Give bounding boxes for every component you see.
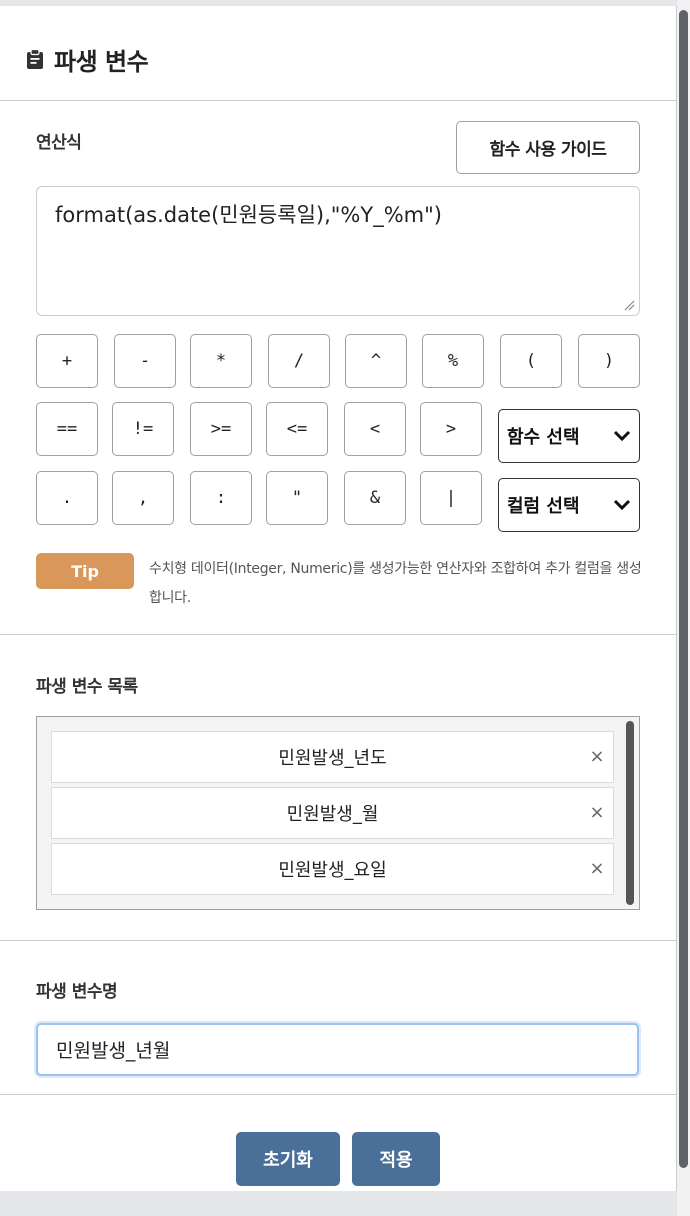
derived-variable-panel: 파생 변수 연산식 함수 사용 가이드 format(as.date(민원등록일… xyxy=(0,6,677,1191)
operator-plus-button[interactable]: + xyxy=(36,334,98,388)
list-item-label: 민원발생_요일 xyxy=(278,860,387,881)
formula-textarea[interactable]: format(as.date(민원등록일),"%Y_%m") xyxy=(36,186,640,316)
chevron-down-icon xyxy=(613,499,631,511)
operator-quote-button[interactable]: " xyxy=(266,471,328,525)
tip-text: 수치형 데이터(Integer, Numeric)를 생성가능한 연산자와 조합… xyxy=(149,561,642,606)
operator-comma-button[interactable]: , xyxy=(112,471,174,525)
function-select[interactable]: 함수 선택 xyxy=(498,409,640,463)
operator-power-button[interactable]: ^ xyxy=(345,334,407,388)
clipboard-icon xyxy=(27,49,43,69)
operator-equal-button[interactable]: == xyxy=(36,402,98,456)
list-item[interactable]: 민원발생_년도 × xyxy=(51,731,614,783)
operator-close-paren-button[interactable]: ) xyxy=(578,334,640,388)
dialog-header: 파생 변수 xyxy=(26,42,149,76)
column-select-label: 컬럼 선택 xyxy=(507,496,580,517)
list-scrollbar[interactable] xyxy=(626,721,634,905)
dialog-title: 파생 변수 xyxy=(54,47,149,76)
operator-dot-button[interactable]: . xyxy=(36,471,98,525)
derived-list-label: 파생 변수 목록 xyxy=(36,677,138,697)
page-scrollbar-thumb[interactable] xyxy=(679,10,688,1168)
operator-divide-button[interactable]: / xyxy=(268,334,330,388)
operator-modulo-button[interactable]: % xyxy=(422,334,484,388)
footer-divider xyxy=(0,1094,677,1095)
derived-variable-list[interactable]: 민원발생_년도 × 민원발생_월 × 민원발생_요일 × xyxy=(36,716,640,910)
derived-name-input[interactable] xyxy=(36,1023,639,1076)
list-item-label: 민원발생_월 xyxy=(286,804,379,825)
derived-name-label: 파생 변수명 xyxy=(36,982,118,1002)
operator-pipe-button[interactable]: | xyxy=(420,471,482,525)
header-divider xyxy=(0,100,677,101)
apply-button[interactable]: 적용 xyxy=(352,1132,440,1186)
formula-divider xyxy=(0,634,677,635)
chevron-down-icon xyxy=(613,430,631,442)
operator-ampersand-button[interactable]: & xyxy=(344,471,406,525)
operator-multiply-button[interactable]: * xyxy=(190,334,252,388)
operator-gt-button[interactable]: > xyxy=(420,402,482,456)
close-icon[interactable]: × xyxy=(587,746,607,767)
list-item-label: 민원발생_년도 xyxy=(278,748,387,769)
operator-open-paren-button[interactable]: ( xyxy=(500,334,562,388)
list-item[interactable]: 민원발생_요일 × xyxy=(51,843,614,895)
column-select[interactable]: 컬럼 선택 xyxy=(498,478,640,532)
close-icon[interactable]: × xyxy=(587,858,607,879)
operator-minus-button[interactable]: - xyxy=(114,334,176,388)
operator-colon-button[interactable]: : xyxy=(190,471,252,525)
resize-grip-icon[interactable] xyxy=(623,299,635,311)
reset-button[interactable]: 초기화 xyxy=(236,1132,340,1186)
function-select-label: 함수 선택 xyxy=(507,427,580,448)
operator-gte-button[interactable]: >= xyxy=(190,402,252,456)
list-divider xyxy=(0,940,677,941)
close-icon[interactable]: × xyxy=(587,802,607,823)
tip-badge: Tip xyxy=(36,553,134,589)
operator-not-equal-button[interactable]: != xyxy=(112,402,174,456)
formula-text: format(as.date(민원등록일),"%Y_%m") xyxy=(55,203,442,227)
list-item[interactable]: 민원발생_월 × xyxy=(51,787,614,839)
operator-lte-button[interactable]: <= xyxy=(266,402,328,456)
function-guide-button[interactable]: 함수 사용 가이드 xyxy=(456,121,640,174)
formula-label: 연산식 xyxy=(36,133,82,153)
operator-lt-button[interactable]: < xyxy=(344,402,406,456)
